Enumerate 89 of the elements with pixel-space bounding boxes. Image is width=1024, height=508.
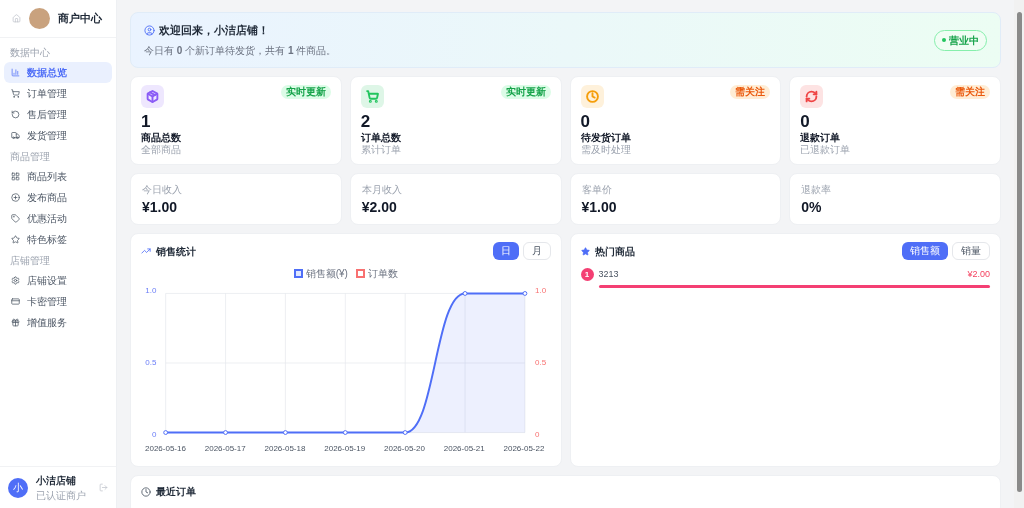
axis-tick-label: 2026-05-22 (503, 443, 545, 455)
rank-badge: 1 (580, 268, 594, 281)
axis-tick-label: 2026-05-18 (264, 443, 306, 455)
revenue-value: ¥1.00 (581, 198, 618, 217)
nav-item[interactable]: 特色标签 (4, 229, 112, 250)
stat-value: 0 (580, 113, 591, 130)
nav-group-label: 商品管理 (9, 150, 51, 164)
stat-label: 订单总数 (360, 132, 402, 144)
plus-circle-icon (11, 193, 20, 202)
revenue-value: ¥1.00 (142, 198, 179, 217)
clock-icon (141, 486, 151, 497)
gift-icon (11, 318, 20, 327)
axis-tick-label: 0.5 (144, 359, 157, 367)
stat-note: 已退款订单 (800, 144, 852, 156)
axis-tick-label: 0 (151, 431, 157, 439)
nav-item[interactable]: 增值服务 (4, 312, 112, 333)
tag-icon (11, 214, 20, 223)
truck-icon (11, 131, 20, 140)
legend-item[interactable]: 订单数 (355, 266, 398, 281)
axis-tick-label: 2026-05-21 (443, 443, 485, 455)
revenue-label: 退款率 (801, 183, 833, 197)
axis-tick-label: 2026-05-16 (145, 443, 186, 455)
revenue-value: 0% (801, 198, 823, 217)
trend-icon (141, 246, 151, 256)
stat-label: 待发货订单 (580, 132, 632, 144)
stat-badge: 实时更新 (500, 85, 551, 99)
welcome-title: 欢迎回来，小洁店铺！ (159, 23, 269, 39)
toggle-tab[interactable]: 销售额 (902, 242, 948, 260)
revenue-label: 今日收入 (142, 183, 183, 197)
stat-note: 累计订单 (360, 144, 402, 156)
nav-group-label: 店铺管理 (9, 254, 51, 268)
avatar (29, 8, 50, 29)
axis-tick-label: 2026-05-20 (384, 443, 425, 455)
revenue-label: 本月收入 (361, 183, 403, 197)
stat-value: 1 (141, 113, 152, 130)
axis-tick-label: 0 (535, 431, 541, 439)
nav-group-label: 数据中心 (9, 46, 51, 60)
stat-label: 退款订单 (800, 132, 842, 144)
star-icon (11, 235, 20, 244)
stat-note: 需及时处理 (580, 144, 632, 156)
user-icon (144, 25, 155, 36)
user-avatar: 小 (8, 477, 28, 498)
star-icon (580, 246, 590, 256)
sidebar-title: 商户中心 (58, 11, 102, 27)
axis-tick-label: 2026-05-19 (324, 443, 366, 455)
stat-badge: 实时更新 (280, 85, 331, 99)
grid-icon (11, 172, 20, 181)
welcome-subtitle: 今日有 0 个新订单待发货，共有 1 件商品。 (144, 43, 337, 58)
panel-title: 热门商品 (594, 244, 635, 259)
stat-label: 商品总数 (141, 132, 182, 144)
nav-item[interactable]: 数据总览 (4, 62, 112, 83)
nav-item[interactable]: 店铺设置 (4, 270, 112, 291)
nav-item[interactable]: 发货管理 (4, 125, 112, 146)
axis-tick-label: 1.0 (535, 287, 548, 295)
user-role: 已认证商户 (36, 488, 87, 503)
stat-badge: 需关注 (730, 85, 771, 99)
nav-item[interactable]: 商品列表 (4, 166, 112, 187)
user-name: 小洁店铺 (36, 473, 77, 488)
cart-icon (11, 89, 20, 98)
revenue-label: 客单价 (581, 183, 613, 197)
stat-value: 2 (360, 113, 372, 130)
toggle-tab[interactable]: 销量 (952, 242, 990, 260)
nav-item[interactable]: 优惠活动 (4, 208, 112, 229)
card-icon (11, 297, 20, 306)
revenue-value: ¥2.00 (361, 198, 398, 217)
undo-icon (11, 110, 20, 119)
panel-title: 最近订单 (156, 485, 196, 499)
toggle-tab[interactable]: 日 (492, 242, 519, 260)
stat-badge: 需关注 (950, 85, 990, 99)
nav-item[interactable]: 卡密管理 (4, 291, 112, 312)
stat-value: 0 (800, 113, 811, 130)
nav-item[interactable]: 售后管理 (4, 104, 112, 125)
nav-item[interactable]: 发布商品 (4, 187, 112, 208)
product-name: 3213 (598, 268, 619, 281)
legend-item[interactable]: 销售额(¥) (293, 266, 348, 281)
bar-chart-icon (11, 68, 20, 77)
settings-icon (11, 276, 20, 285)
axis-tick-label: 0.5 (535, 359, 548, 367)
home-icon[interactable] (12, 14, 21, 23)
nav-item[interactable]: 订单管理 (4, 83, 112, 104)
status-badge: 营业中 (934, 29, 987, 51)
stat-note: 全部商品 (141, 144, 182, 156)
toggle-tab[interactable]: 月 (522, 242, 551, 260)
product-value: ¥2.00 (967, 268, 990, 281)
logout-icon[interactable] (99, 483, 108, 492)
axis-tick-label: 1.0 (144, 287, 157, 295)
scrollbar[interactable] (1014, 0, 1024, 508)
axis-tick-label: 2026-05-17 (204, 443, 246, 455)
panel-title: 销售统计 (156, 244, 196, 259)
